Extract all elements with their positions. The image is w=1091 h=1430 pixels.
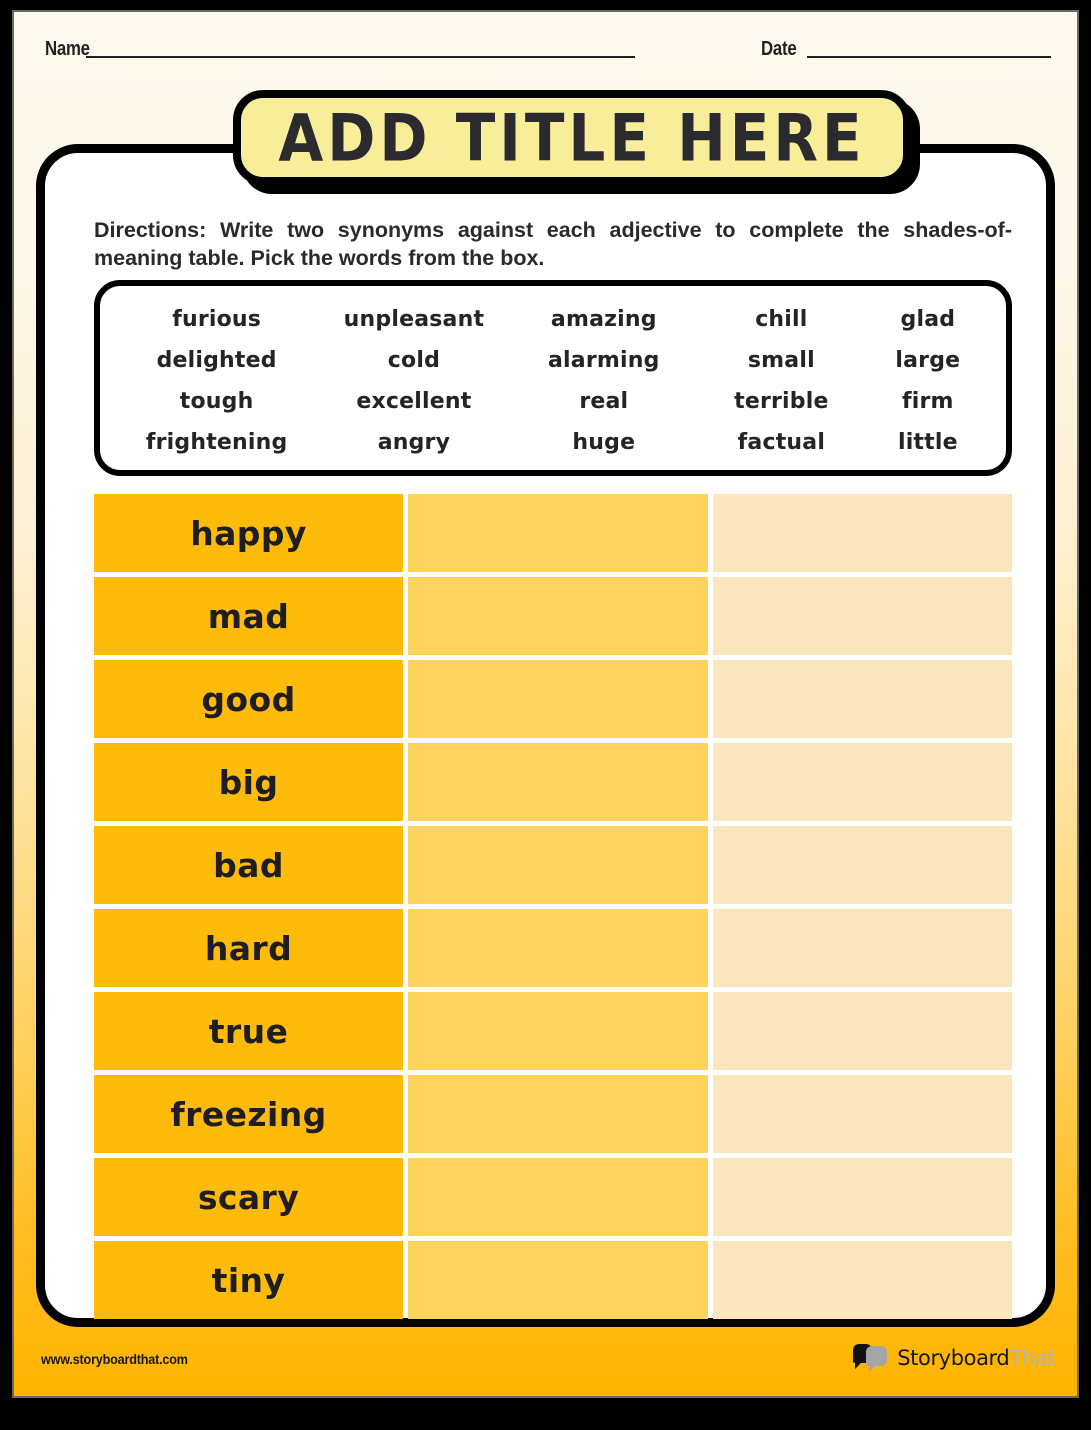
synonym-1-cell[interactable] [408, 826, 708, 904]
shades-of-meaning-table: happy mad good big bad hard true freezin… [94, 494, 1012, 1319]
word-bank-word[interactable]: excellent [315, 390, 512, 413]
date-label: Date [761, 38, 797, 60]
brand-name-secondary: That [1009, 1345, 1055, 1370]
adjective-cell: bad [94, 826, 403, 904]
name-write-line[interactable] [86, 55, 635, 58]
word-bank-word[interactable]: furious [118, 308, 315, 331]
synonym-2-cell[interactable] [713, 1158, 1012, 1236]
adjective-cell: true [94, 992, 403, 1070]
synonym-1-cell[interactable] [408, 494, 708, 572]
adjective-cell: scary [94, 1158, 403, 1236]
adjective-label: happy [190, 513, 307, 553]
word-bank-word[interactable]: real [513, 390, 695, 413]
word-bank-word[interactable]: tough [118, 390, 315, 413]
synonym-1-cell[interactable] [408, 577, 708, 655]
word-bank-row: frightening angry huge factual little [118, 423, 988, 464]
synonym-2-cell[interactable] [713, 494, 1012, 572]
word-bank-word[interactable]: chill [695, 308, 868, 331]
table-row: good [94, 660, 1012, 738]
word-bank-word[interactable]: amazing [513, 308, 695, 331]
adjective-label: scary [197, 1177, 300, 1217]
synonym-2-cell[interactable] [713, 743, 1012, 821]
word-bank-word[interactable]: large [868, 349, 988, 372]
word-bank-word[interactable]: angry [315, 431, 512, 454]
adjective-label: good [201, 679, 296, 719]
word-bank-row: tough excellent real terrible firm [118, 382, 988, 423]
adjective-cell: mad [94, 577, 403, 655]
footer: www.storyboardthat.com StoryboardThat [14, 1327, 1077, 1396]
synonym-2-cell[interactable] [713, 909, 1012, 987]
synonym-1-cell[interactable] [408, 1075, 708, 1153]
word-bank-word[interactable]: little [868, 431, 988, 454]
synonym-1-cell[interactable] [408, 909, 708, 987]
word-bank-word[interactable]: cold [315, 349, 512, 372]
word-bank-row: delighted cold alarming small large [118, 341, 988, 382]
worksheet-page: Name Date ADD TITLE HERE Directions: Wri… [0, 0, 1091, 1430]
adjective-label: freezing [170, 1094, 327, 1134]
word-bank-word[interactable]: frightening [118, 431, 315, 454]
table-row: tiny [94, 1241, 1012, 1319]
student-info-row: Name Date [14, 38, 1077, 78]
word-bank-word[interactable]: delighted [118, 349, 315, 372]
synonym-1-cell[interactable] [408, 743, 708, 821]
synonym-1-cell[interactable] [408, 992, 708, 1070]
synonym-2-cell[interactable] [713, 577, 1012, 655]
word-bank-word[interactable]: small [695, 349, 868, 372]
word-bank-word[interactable]: firm [868, 390, 988, 413]
speech-bubble-front-icon [866, 1346, 888, 1372]
word-bank-word[interactable]: unpleasant [315, 308, 512, 331]
title-banner[interactable]: ADD TITLE HERE [233, 90, 911, 185]
word-bank-box: furious unpleasant amazing chill glad de… [94, 280, 1012, 476]
adjective-cell: tiny [94, 1241, 403, 1319]
brand-name-primary: Storyboard [897, 1345, 1010, 1370]
adjective-label: bad [213, 845, 284, 885]
name-label: Name [45, 38, 90, 60]
table-row: bad [94, 826, 1012, 904]
table-row: freezing [94, 1075, 1012, 1153]
adjective-cell: big [94, 743, 403, 821]
brand-logo[interactable]: StoryboardThat [853, 1343, 1055, 1372]
synonym-1-cell[interactable] [408, 1241, 708, 1319]
adjective-label: tiny [211, 1260, 286, 1300]
page-title: ADD TITLE HERE [278, 99, 866, 176]
table-row: happy [94, 494, 1012, 572]
word-bank-word[interactable]: glad [868, 308, 988, 331]
synonym-1-cell[interactable] [408, 1158, 708, 1236]
table-row: hard [94, 909, 1012, 987]
date-write-line[interactable] [807, 55, 1051, 58]
directions-text: Directions: Write two synonyms against e… [94, 218, 1012, 271]
adjective-label: big [218, 762, 279, 802]
worksheet-card: Directions: Write two synonyms against e… [36, 144, 1055, 1327]
adjective-cell: hard [94, 909, 403, 987]
word-bank-row: furious unpleasant amazing chill glad [118, 300, 988, 341]
synonym-1-cell[interactable] [408, 660, 708, 738]
brand-name: StoryboardThat [897, 1346, 1055, 1370]
adjective-label: hard [204, 928, 293, 968]
adjective-cell: happy [94, 494, 403, 572]
adjective-label: true [208, 1011, 289, 1051]
synonym-2-cell[interactable] [713, 1075, 1012, 1153]
worksheet-sheet: Name Date ADD TITLE HERE Directions: Wri… [14, 12, 1077, 1396]
footer-url[interactable]: www.storyboardthat.com [41, 1351, 188, 1367]
synonym-2-cell[interactable] [713, 1241, 1012, 1319]
synonym-2-cell[interactable] [713, 826, 1012, 904]
word-bank-word[interactable]: factual [695, 431, 868, 454]
synonym-2-cell[interactable] [713, 660, 1012, 738]
table-row: mad [94, 577, 1012, 655]
table-row: big [94, 743, 1012, 821]
word-bank-word[interactable]: alarming [513, 349, 695, 372]
adjective-label: mad [207, 596, 290, 636]
synonym-2-cell[interactable] [713, 992, 1012, 1070]
table-row: true [94, 992, 1012, 1070]
name-field[interactable]: Name [45, 38, 635, 61]
word-bank-word[interactable]: huge [513, 431, 695, 454]
adjective-cell: freezing [94, 1075, 403, 1153]
speech-bubbles-icon [853, 1343, 889, 1372]
adjective-cell: good [94, 660, 403, 738]
word-bank-word[interactable]: terrible [695, 390, 868, 413]
date-field[interactable]: Date [761, 38, 1051, 61]
table-row: scary [94, 1158, 1012, 1236]
